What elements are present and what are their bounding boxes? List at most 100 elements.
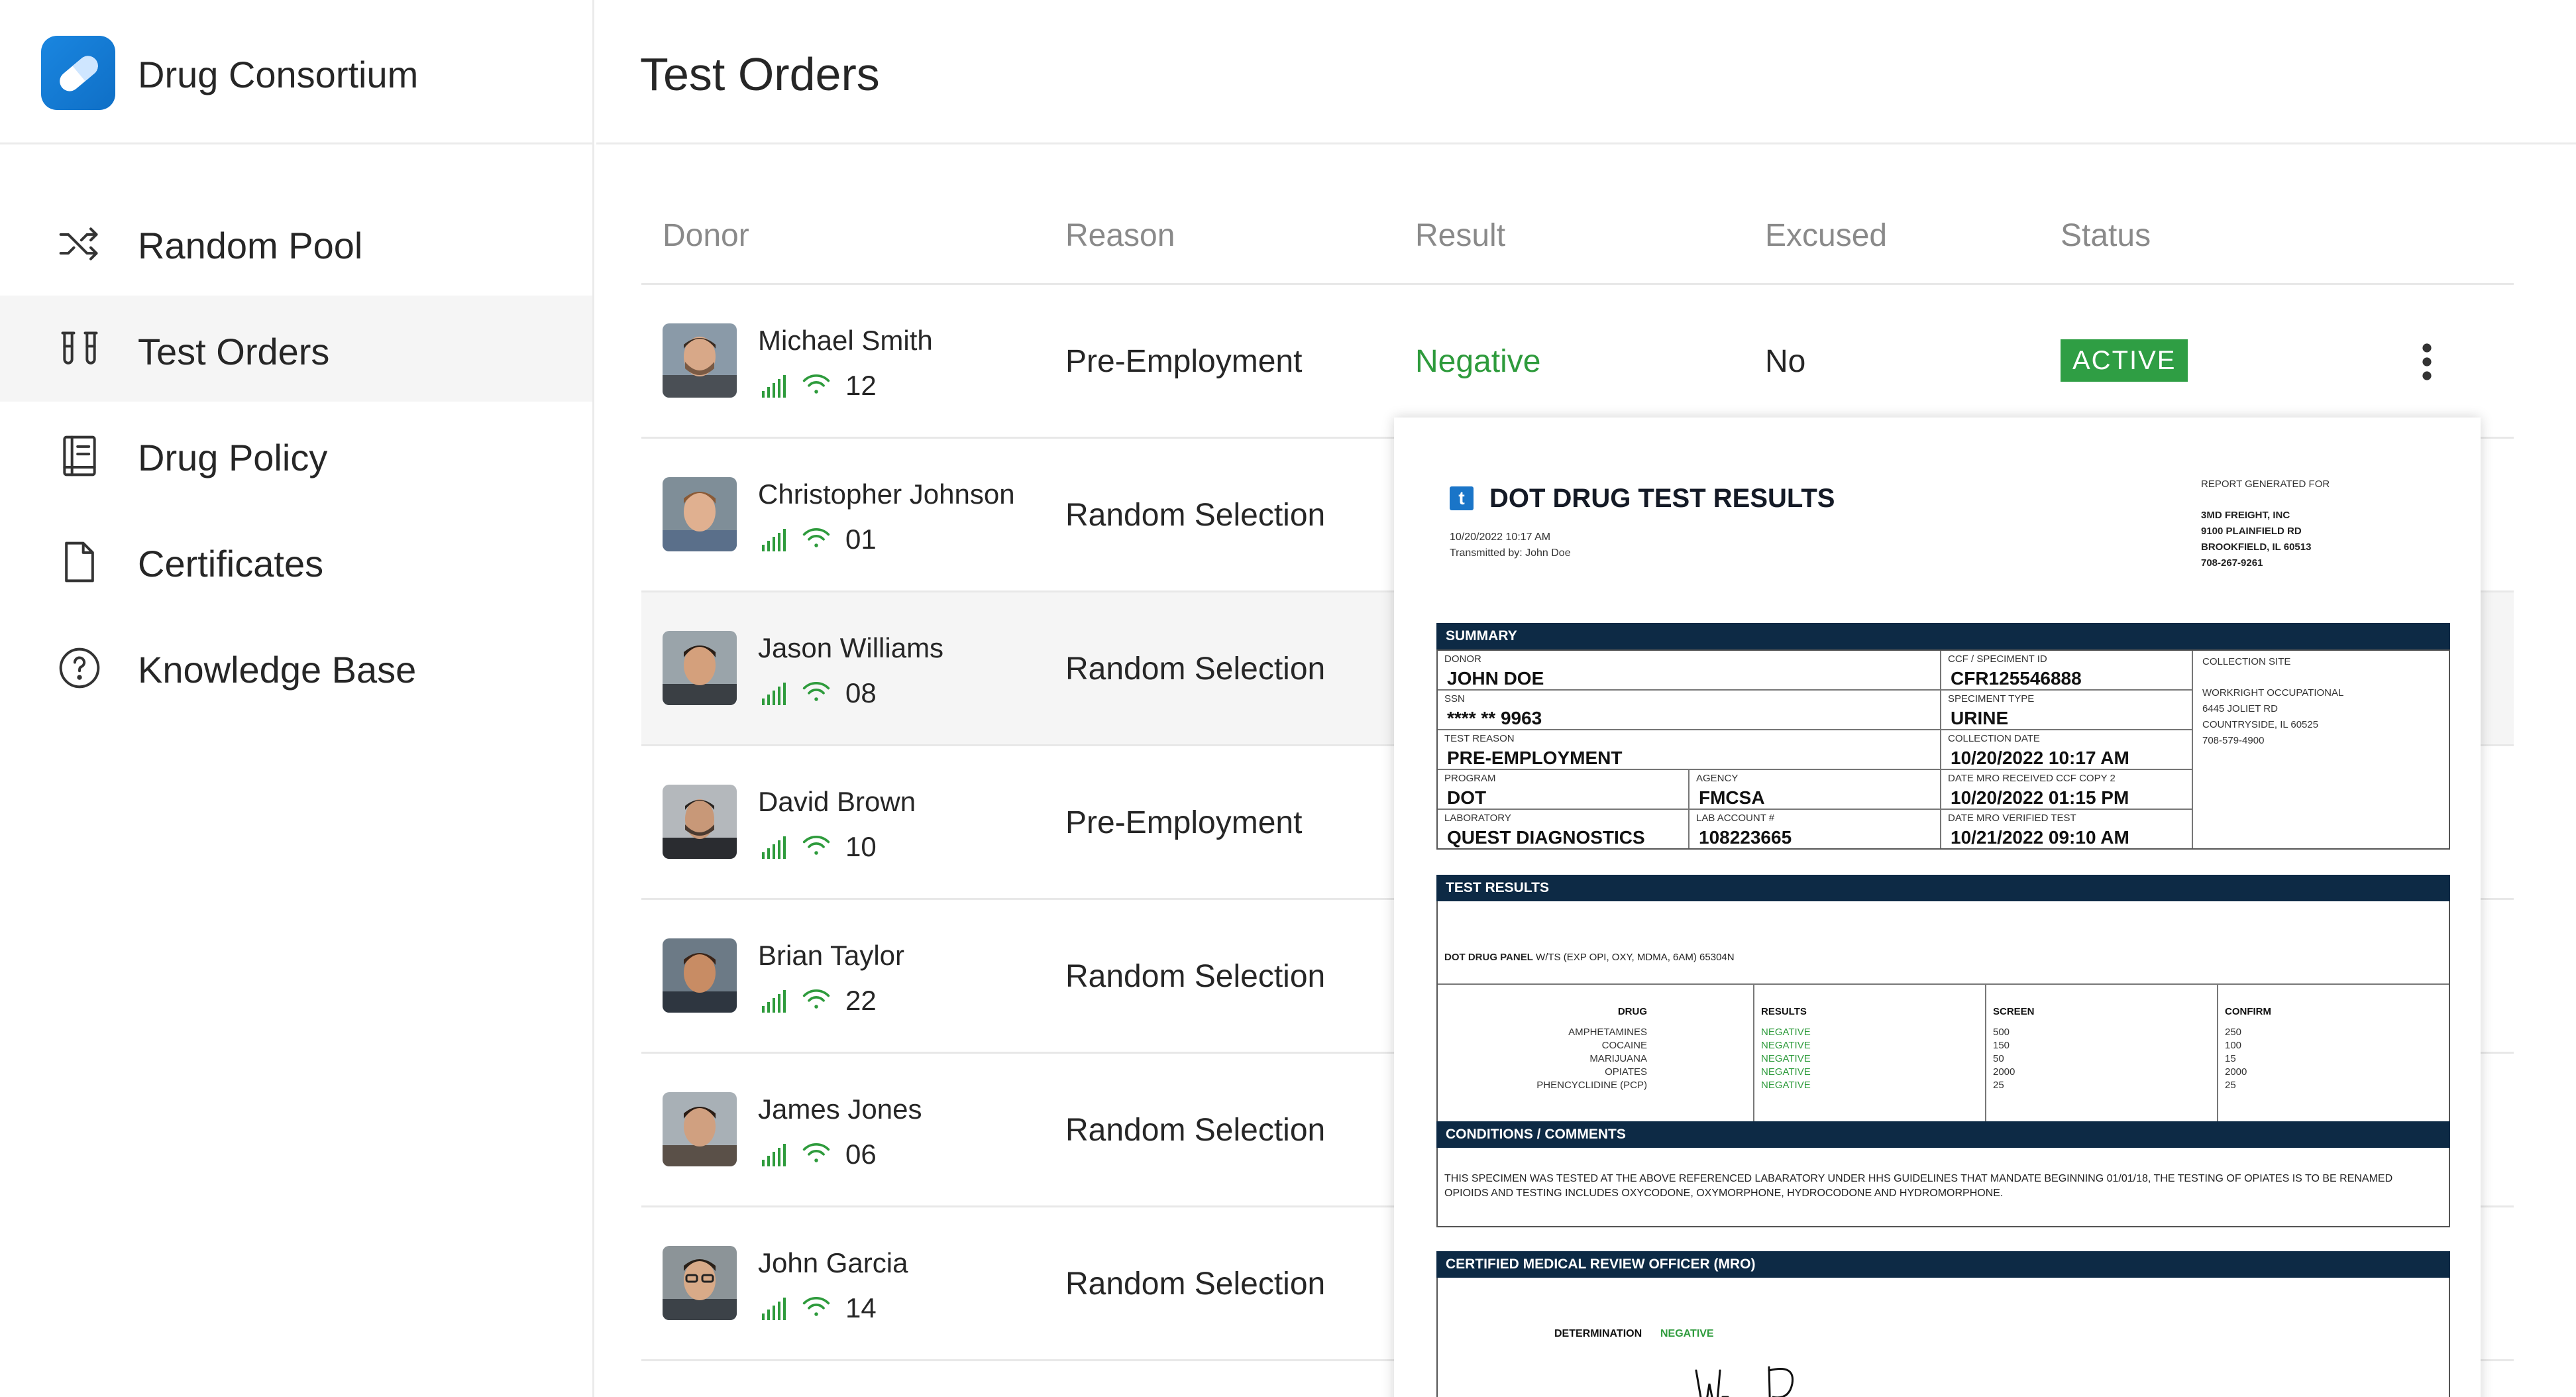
program-cell: PROGRAM DOT xyxy=(1438,770,1690,810)
cell-label: AGENCY xyxy=(1696,773,1739,784)
drug-list: AMPHETAMINES COCAINE MARIJUANA OPIATES P… xyxy=(1536,1026,1647,1092)
screen-column: SCREEN 500 150 50 2000 25 xyxy=(1986,985,2218,1121)
signal-icon xyxy=(762,1144,786,1166)
address-line: 708-579-4900 xyxy=(2202,735,2265,746)
drug-name: AMPHETAMINES xyxy=(1568,1027,1647,1038)
more-vertical-icon[interactable] xyxy=(2417,342,2437,382)
drug-result: NEGATIVE xyxy=(1761,1040,1811,1051)
signal-icon xyxy=(762,375,786,398)
address-line: 3MD FREIGHT, INC xyxy=(2201,510,2290,521)
laboratory-cell: LABORATORY QUEST DIAGNOSTICS xyxy=(1438,810,1690,848)
sidebar-item-test-orders[interactable]: Test Orders xyxy=(0,296,592,402)
donor-name[interactable]: David Brown xyxy=(758,786,916,818)
address-line: BROOKFIELD, IL 60513 xyxy=(2201,541,2312,553)
brand: Drug Consortium xyxy=(0,0,594,144)
mro-received-cell: DATE MRO RECEIVED CCF COPY 2 10/20/2022 … xyxy=(1941,770,2193,810)
drug-result: NEGATIVE xyxy=(1761,1066,1811,1078)
specimen-cell: SPECIMENT TYPE URINE xyxy=(1941,691,2193,730)
avatar xyxy=(663,785,737,859)
cell-label: LAB ACCOUNT # xyxy=(1696,812,1775,824)
signal-icon xyxy=(762,1298,786,1320)
donor-cell: DONOR JOHN DOE xyxy=(1438,651,1941,691)
screen-value: 25 xyxy=(1993,1080,2004,1091)
column-header-donor[interactable]: Donor xyxy=(663,217,749,254)
agency-cell: AGENCY FMCSA xyxy=(1690,770,1941,810)
reason: Pre-Employment xyxy=(1065,344,1303,379)
confirm-value: 15 xyxy=(2225,1053,2236,1064)
conditions-text: THIS SPECIMEN WAS TESTED AT THE ABOVE RE… xyxy=(1444,1173,2393,1199)
wifi-icon xyxy=(802,528,830,547)
column-header-result[interactable]: Result xyxy=(1415,217,1505,254)
drug-result: NEGATIVE xyxy=(1761,1027,1811,1038)
address-line: 9100 PLAINFIELD RD xyxy=(2201,526,2302,537)
collection-site-label: COLLECTION SITE xyxy=(2202,656,2291,667)
donor-name[interactable]: John Garcia xyxy=(758,1247,908,1279)
collection-date-cell: COLLECTION DATE 10/20/2022 10:17 AM xyxy=(1941,730,2193,770)
sidebar-item-certificates[interactable]: Certificates xyxy=(0,508,592,614)
conditions-box: THIS SPECIMEN WAS TESTED AT THE ABOVE RE… xyxy=(1436,1148,2450,1227)
panel-detail: W/TS (EXP OPI, OXY, MDMA, 6AM) 65304N xyxy=(1532,952,1735,963)
donor-name[interactable]: Michael Smith xyxy=(758,325,933,357)
sidebar-item-label: Certificates xyxy=(138,543,324,585)
column-header-status[interactable]: Status xyxy=(2061,217,2151,254)
address-line: COUNTRYSIDE, IL 60525 xyxy=(2202,719,2319,730)
results-list: NEGATIVE NEGATIVE NEGATIVE NEGATIVE NEGA… xyxy=(1761,1026,1811,1092)
confirm-value: 2000 xyxy=(2225,1066,2247,1078)
cell-label: CCF / SPECIMENT ID xyxy=(1948,653,2047,665)
test-results-heading: TEST RESULTS xyxy=(1436,875,2450,901)
avatar xyxy=(663,938,737,1013)
avatar xyxy=(663,1246,737,1320)
column-header-reason[interactable]: Reason xyxy=(1065,217,1175,254)
result[interactable]: Negative xyxy=(1415,343,1540,380)
sidebar-item-knowledge-base[interactable]: Knowledge Base xyxy=(0,614,592,720)
summary-box: DONOR JOHN DOE CCF / SPECIMENT ID CFR125… xyxy=(1436,649,2450,850)
sidebar-nav: Random Pool Test Orders Drug Policy Cert… xyxy=(0,190,592,720)
drug-result: NEGATIVE xyxy=(1761,1053,1811,1064)
sidebar-item-label: Test Orders xyxy=(138,331,330,372)
signature-image xyxy=(1695,1366,1794,1397)
sidebar: Drug Consortium Random Pool Test Orders … xyxy=(0,0,594,1397)
sidebar-item-random-pool[interactable]: Random Pool xyxy=(0,190,592,296)
avatar xyxy=(663,1092,737,1166)
table-row[interactable]: Michael Smith 12 Pre-Employment Negative… xyxy=(641,285,2514,439)
cell-value: DOT xyxy=(1447,787,1487,808)
screen-list: 500 150 50 2000 25 xyxy=(1993,1026,2015,1092)
sidebar-item-label: Knowledge Base xyxy=(138,649,417,691)
results-column: RESULTS NEGATIVE NEGATIVE NEGATIVE NEGAT… xyxy=(1754,985,1986,1121)
drug-name: COCAINE xyxy=(1601,1040,1647,1051)
cell-value: 10/20/2022 10:17 AM xyxy=(1951,748,2129,768)
donor-name[interactable]: Christopher Johnson xyxy=(758,478,1015,510)
screen-value: 2000 xyxy=(1993,1066,2015,1078)
mro-verified-cell: DATE MRO VERIFIED TEST 10/21/2022 09:10 … xyxy=(1941,810,2193,848)
signal-icon xyxy=(762,836,786,859)
signal-icon xyxy=(762,990,786,1013)
drug-panel-description: DOT DRUG PANEL W/TS (EXP OPI, OXY, MDMA,… xyxy=(1444,952,1735,963)
donor-name[interactable]: James Jones xyxy=(758,1093,922,1125)
avatar xyxy=(663,323,737,398)
sidebar-item-drug-policy[interactable]: Drug Policy xyxy=(0,402,592,508)
drug-column: DRUG AMPHETAMINES COCAINE MARIJUANA OPIA… xyxy=(1438,985,1754,1121)
reason: Pre-Employment xyxy=(1065,805,1303,840)
wifi-icon xyxy=(802,681,830,701)
sidebar-item-label: Drug Policy xyxy=(138,437,328,478)
avatar xyxy=(663,477,737,551)
donor-name[interactable]: Jason Williams xyxy=(758,632,943,664)
report-title: DOT DRUG TEST RESULTS xyxy=(1489,484,1835,513)
drug-result: NEGATIVE xyxy=(1761,1080,1811,1091)
donor-name[interactable]: Brian Taylor xyxy=(758,940,904,972)
donor-count: 22 xyxy=(845,985,877,1016)
report-generated-for-address: 3MD FREIGHT, INC 9100 PLAINFIELD RD BROO… xyxy=(2201,508,2311,571)
donor-count: 10 xyxy=(845,831,877,862)
wifi-icon xyxy=(802,835,830,855)
wifi-icon xyxy=(802,989,830,1009)
reason: Random Selection xyxy=(1065,1113,1326,1148)
excused: No xyxy=(1765,344,1806,379)
cell-value: URINE xyxy=(1951,708,2009,728)
column-header-excused[interactable]: Excused xyxy=(1765,217,1887,254)
determination-label: DETERMINATION xyxy=(1554,1328,1642,1339)
ccf-cell: CCF / SPECIMENT ID CFR125546888 xyxy=(1941,651,2193,691)
cell-label: TEST REASON xyxy=(1444,733,1515,744)
test-results-box: DOT DRUG PANEL W/TS (EXP OPI, OXY, MDMA,… xyxy=(1436,901,2450,1123)
drug-test-report-popover[interactable]: t DOT DRUG TEST RESULTS 10/20/2022 10:17… xyxy=(1394,418,2481,1397)
cell-value: JOHN DOE xyxy=(1447,668,1544,689)
